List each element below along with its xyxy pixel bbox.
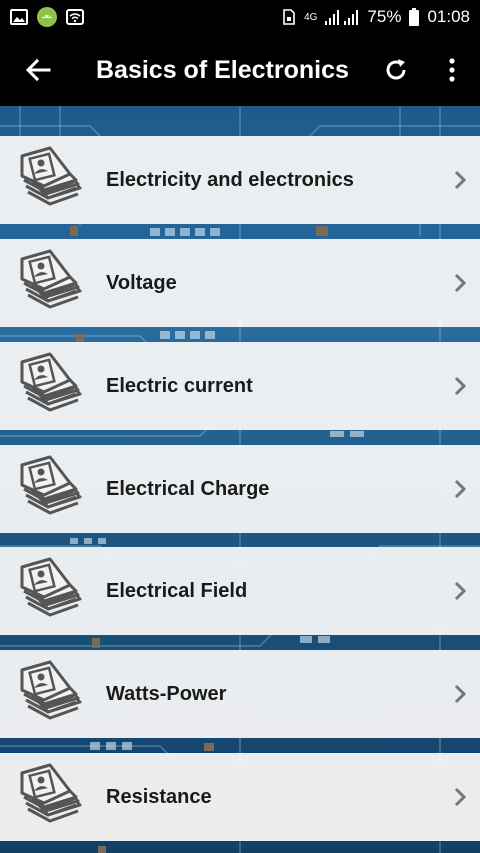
clock: 01:08 [427,7,470,26]
book-stack-icon [0,239,106,327]
list-item[interactable]: Voltage [0,239,480,327]
chevron-right-icon [440,650,480,738]
android-icon [36,6,58,28]
list-item-label: Resistance [106,785,212,808]
back-button[interactable] [0,34,76,106]
list-item-label: Electrical Charge [106,477,270,500]
more-options-button[interactable] [424,34,480,106]
status-bar: 4G 75% 01:08 [0,0,480,34]
battery-icon [409,8,420,26]
status-right: 4G 75% 01:08 [282,7,470,27]
book-stack-icon [0,753,106,841]
page-title: Basics of Electronics [96,55,349,84]
list-item-label: Electric current [106,374,253,397]
status-left [10,6,84,28]
back-arrow-icon [25,58,51,82]
book-stack-icon [0,650,106,738]
book-stack-icon [0,136,106,224]
list-item[interactable]: Electrical Field [0,547,480,635]
wifi-icon [66,9,84,25]
chevron-right-icon [440,547,480,635]
list-item[interactable]: Electrical Charge [0,445,480,533]
sim-icon [282,9,296,25]
list-item-label: Watts-Power [106,682,227,705]
list-item[interactable]: Electricity and electronics [0,136,480,224]
list-item-label: Electricity and electronics [106,168,354,191]
list-item[interactable]: Electric current [0,342,480,430]
network-type: 4G [304,11,318,23]
refresh-icon [383,57,409,83]
signal-icon [325,9,359,25]
chevron-right-icon [440,445,480,533]
refresh-button[interactable] [368,34,424,106]
image-icon [10,9,28,25]
book-stack-icon [0,445,106,533]
battery-percent: 75% [367,7,402,26]
book-stack-icon [0,342,106,430]
list-item[interactable]: Resistance [0,753,480,841]
list-item-label: Electrical Field [106,579,248,602]
book-stack-icon [0,547,106,635]
chevron-right-icon [440,136,480,224]
chevron-right-icon [440,342,480,430]
chevron-right-icon [440,239,480,327]
chevron-right-icon [440,753,480,841]
list-item[interactable]: Watts-Power [0,650,480,738]
app-bar: Basics of Electronics [0,34,480,106]
list-item-label: Voltage [106,271,177,294]
more-vert-icon [448,58,456,82]
